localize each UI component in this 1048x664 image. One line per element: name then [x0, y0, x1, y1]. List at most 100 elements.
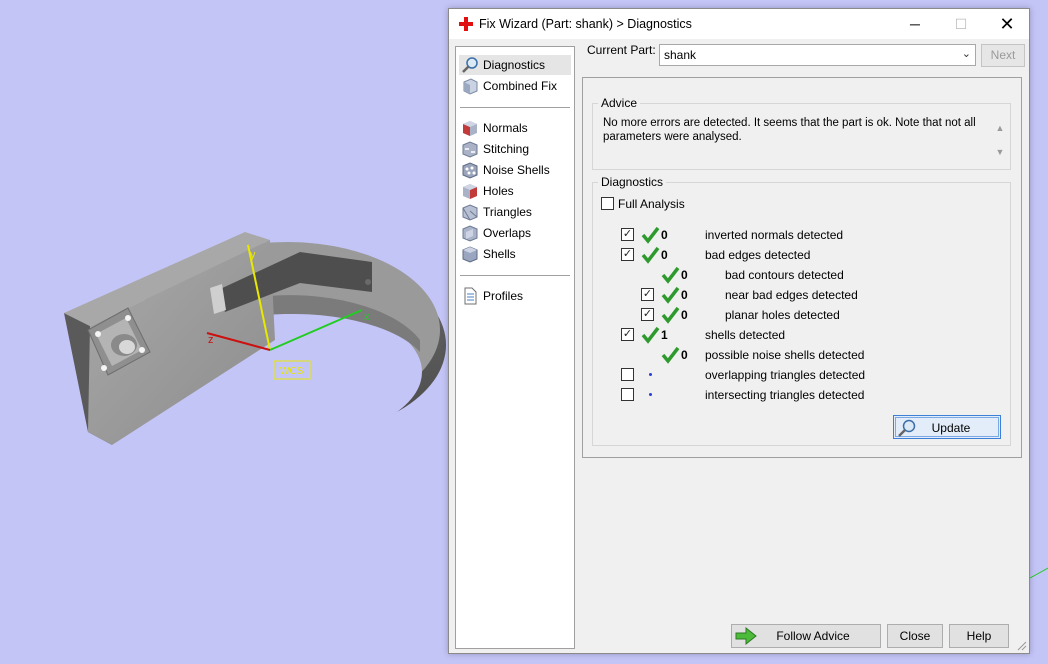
wcs-label: WCS: [280, 366, 304, 377]
green-check-icon: [641, 226, 660, 244]
row-label: near bad edges detected: [725, 288, 858, 302]
row-label: inverted normals detected: [705, 228, 844, 242]
nav-item-combined-fix[interactable]: Combined Fix: [459, 76, 571, 96]
nav-item-label: Triangles: [483, 205, 532, 219]
z-axis-label: z: [208, 334, 214, 346]
row-label: bad contours detected: [725, 268, 844, 282]
resize-grip-icon[interactable]: [1017, 641, 1027, 651]
scroll-up-icon[interactable]: ▲: [993, 116, 1007, 140]
advice-title: Advice: [598, 96, 641, 110]
row-count: 0: [661, 248, 668, 262]
fix-wizard-dialog: Fix Wizard (Part: shank) > Diagnostics ─…: [448, 8, 1030, 654]
triangles-icon: [462, 204, 478, 221]
full-analysis-checkbox[interactable]: [601, 197, 614, 210]
combined-fix-icon: [463, 78, 478, 95]
maximize-button[interactable]: ☐: [938, 9, 984, 39]
row-checkbox[interactable]: ✓: [621, 248, 634, 261]
noise-shells-icon: [462, 162, 478, 179]
diag-row-near-bad-edges: ✓ 0 near bad edges detected: [593, 285, 1003, 305]
diag-row-inverted-normals: ✓ 0 inverted normals detected: [593, 225, 1003, 245]
advice-text: No more errors are detected. It seems th…: [603, 117, 976, 143]
row-count: 0: [681, 308, 688, 322]
follow-advice-button[interactable]: Follow Advice: [731, 624, 881, 648]
window-title: Fix Wizard (Part: shank) > Diagnostics: [479, 17, 692, 31]
nav-item-label: Noise Shells: [483, 163, 550, 177]
diag-row-bad-edges: ✓ 0 bad edges detected: [593, 245, 1003, 265]
fix-wizard-nav: Diagnostics Combined Fix Normals Stitchi…: [455, 46, 575, 649]
row-label: shells detected: [705, 328, 786, 342]
row-label: overlapping triangles detected: [705, 368, 866, 382]
diagnostics-panel: Advice No more errors are detected. It s…: [582, 77, 1022, 458]
current-part-label: Current Part:: [587, 43, 656, 57]
row-count: 0: [681, 348, 688, 362]
nav-item-profiles[interactable]: Profiles: [459, 286, 571, 306]
nav-item-normals[interactable]: Normals: [459, 118, 571, 138]
overlaps-icon: [462, 225, 478, 242]
row-checkbox[interactable]: ✓: [641, 308, 654, 321]
close-window-button[interactable]: ✕: [984, 9, 1030, 39]
title-bar[interactable]: Fix Wizard (Part: shank) > Diagnostics ─…: [449, 9, 1029, 39]
pending-dot-icon: [649, 393, 652, 396]
diag-row-overlapping-triangles: overlapping triangles detected: [593, 365, 1003, 385]
update-label: Update: [931, 421, 971, 435]
row-checkbox[interactable]: [621, 388, 634, 401]
green-check-icon: [661, 286, 680, 304]
nav-item-label: Overlaps: [483, 226, 532, 240]
nav-item-label: Combined Fix: [483, 79, 558, 93]
diag-row-bad-contours: 0 bad contours detected: [593, 265, 1003, 285]
help-button[interactable]: Help: [949, 624, 1009, 648]
green-check-icon: [661, 346, 680, 364]
nav-item-overlaps[interactable]: Overlaps: [459, 223, 571, 243]
y-axis-label: y: [250, 249, 256, 261]
pending-dot-icon: [649, 373, 652, 376]
x-axis-label: x: [364, 311, 370, 323]
nav-item-holes[interactable]: Holes: [459, 181, 571, 201]
row-label: possible noise shells detected: [705, 348, 865, 362]
diag-row-shells: ✓ 1 shells detected: [593, 325, 1003, 345]
green-check-icon: [641, 246, 660, 264]
nav-item-stitching[interactable]: Stitching: [459, 139, 571, 159]
update-button[interactable]: Update: [893, 415, 1001, 439]
row-label: planar holes detected: [725, 308, 840, 322]
nav-item-noise-shells[interactable]: Noise Shells: [459, 160, 571, 180]
green-arrow-right-icon: [735, 627, 757, 645]
green-check-icon: [661, 266, 680, 284]
row-checkbox[interactable]: ✓: [641, 288, 654, 301]
normals-icon: [463, 121, 477, 136]
profiles-icon: [464, 287, 477, 305]
follow-advice-label: Follow Advice: [776, 629, 850, 643]
holes-icon: [463, 184, 477, 199]
current-part-select[interactable]: shank ⌄: [659, 44, 976, 66]
green-check-icon: [641, 326, 660, 344]
scroll-down-icon[interactable]: ▼: [993, 140, 1007, 164]
row-count: 0: [661, 228, 668, 242]
nav-item-diagnostics[interactable]: Diagnostics: [459, 55, 571, 75]
row-label: bad edges detected: [705, 248, 811, 262]
nav-item-label: Diagnostics: [483, 58, 546, 72]
nav-item-label: Stitching: [483, 142, 530, 156]
minimize-button[interactable]: ─: [892, 9, 938, 39]
nav-item-label: Profiles: [483, 289, 524, 303]
next-button[interactable]: Next: [981, 44, 1025, 67]
close-button[interactable]: Close: [887, 624, 943, 648]
row-label: intersecting triangles detected: [705, 388, 865, 402]
nav-item-label: Normals: [483, 121, 528, 135]
row-checkbox[interactable]: ✓: [621, 328, 634, 341]
diagnostics-group: Diagnostics Full Analysis ✓ 0 inverted n…: [592, 175, 1011, 446]
advice-scrollbar[interactable]: ▲ ▼: [993, 116, 1007, 164]
diag-row-noise-shells: 0 possible noise shells detected: [593, 345, 1003, 365]
magnifier-icon: [462, 57, 478, 73]
nav-item-triangles[interactable]: Triangles: [459, 202, 571, 222]
row-count: 0: [681, 268, 688, 282]
nav-item-shells[interactable]: Shells: [459, 244, 571, 264]
diag-row-planar-holes: ✓ 0 planar holes detected: [593, 305, 1003, 325]
row-checkbox[interactable]: ✓: [621, 228, 634, 241]
row-count: 1: [661, 328, 668, 342]
advice-group: Advice No more errors are detected. It s…: [592, 96, 1011, 170]
nav-item-label: Holes: [483, 184, 514, 198]
row-count: 0: [681, 288, 688, 302]
nav-item-label: Shells: [483, 247, 516, 261]
current-part-value: shank: [664, 48, 697, 62]
row-checkbox[interactable]: [621, 368, 634, 381]
diag-row-intersecting-triangles: intersecting triangles detected: [593, 385, 1003, 405]
